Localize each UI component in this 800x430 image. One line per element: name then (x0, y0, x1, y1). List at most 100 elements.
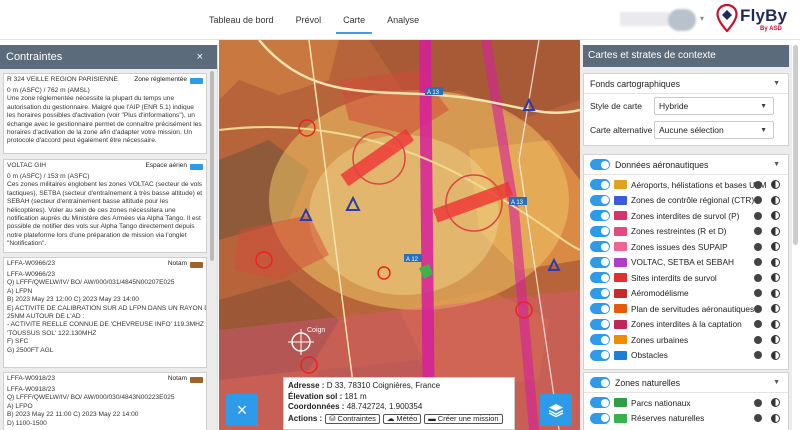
layer-toggle[interactable] (590, 210, 610, 222)
layer-toggle[interactable] (590, 272, 610, 284)
layer-toggle[interactable] (590, 303, 610, 315)
dot-icon[interactable] (754, 196, 762, 204)
layer-row: VOLTAC, SETBA et SEBAH (584, 255, 788, 271)
caret-down-icon[interactable]: ▼ (773, 373, 780, 393)
weather-action-button[interactable]: ☁ Météo (382, 413, 422, 424)
opacity-icon[interactable] (771, 319, 780, 329)
opacity-icon[interactable] (771, 350, 780, 360)
dot-icon[interactable] (754, 180, 762, 189)
opacity-icon[interactable] (771, 288, 780, 298)
close-map-button[interactable]: × (226, 394, 258, 426)
chevron-down-icon[interactable]: ▾ (700, 14, 704, 23)
scrollbar[interactable] (793, 45, 798, 245)
user-name-blurred[interactable] (620, 12, 670, 26)
aero-toggle[interactable] (590, 159, 610, 170)
layer-toggle[interactable] (590, 179, 610, 191)
urban-zone-icon (614, 335, 627, 345)
servitude-icon (614, 304, 627, 314)
nature-header[interactable]: Zones naturelles ▼ (584, 373, 788, 393)
caret-down-icon[interactable]: ▼ (773, 155, 780, 175)
opacity-icon[interactable] (771, 211, 780, 220)
nature-reserve-icon (614, 413, 627, 423)
obstacle-icon (614, 350, 627, 360)
tab-map[interactable]: Carte (332, 0, 376, 40)
layer-toggle[interactable] (590, 397, 610, 409)
opacity-icon[interactable] (771, 226, 780, 236)
dot-icon[interactable] (754, 304, 762, 313)
dot-icon[interactable] (754, 414, 762, 422)
dot-icon[interactable] (754, 351, 762, 359)
opacity-icon[interactable] (771, 398, 780, 407)
map-style-label: Style de carte (590, 101, 642, 111)
layers-button[interactable] (540, 394, 572, 426)
notam-line: F) SFC (7, 338, 29, 346)
actions-label: Actions : (288, 413, 323, 423)
opacity-icon[interactable] (771, 195, 780, 205)
tab-analysis[interactable]: Analyse (376, 0, 430, 40)
layer-row: Obstacles (584, 348, 788, 364)
restricted-zone-icon (614, 226, 627, 236)
map-view[interactable]: A 13 A 13 A 12 Coign (219, 40, 580, 430)
opacity-icon[interactable] (771, 257, 780, 267)
road-label: A 13 (511, 200, 524, 206)
avatar[interactable] (668, 9, 696, 31)
map-style-select[interactable]: Hybride ▼ (654, 97, 774, 115)
layer-toggle[interactable] (590, 287, 610, 299)
dot-icon[interactable] (754, 258, 762, 266)
notam-card[interactable]: LFFA-W0966/23 Notam LFFA-W0966/23 Q) LFF… (3, 257, 207, 368)
constraint-title: R 324 VEILLE REGION PARISIENNE (7, 76, 118, 84)
place-label: Coign (307, 327, 325, 334)
map-canvas[interactable]: A 13 A 13 A 12 Coign (219, 40, 580, 430)
tab-dashboard[interactable]: Tableau de bord (198, 0, 285, 40)
elevation-value: 181 m (344, 391, 367, 401)
layer-toggle[interactable] (590, 241, 610, 253)
constraint-type: Zone réglementée (134, 76, 187, 84)
constraints-action-button[interactable]: ⛁ Contraintes (325, 413, 380, 424)
close-icon[interactable]: × (197, 45, 203, 69)
layer-toggle[interactable] (590, 318, 610, 330)
scrollbar[interactable] (210, 71, 214, 261)
dot-icon[interactable] (754, 227, 762, 235)
layer-row: Parcs nationaux (584, 395, 788, 411)
layer-toggle[interactable] (590, 349, 610, 361)
layer-row: Aéroports, hélistations et bases ULM (584, 177, 788, 193)
basemap-header[interactable]: Fonds cartographiques ▼ (584, 74, 788, 94)
notam-line: E) ACTIVITE DE CALIBRATION SUR AD LFPN D… (7, 304, 207, 312)
brand-name: FlyBy (740, 6, 788, 25)
alt-map-select[interactable]: Aucune sélection ▼ (654, 121, 774, 139)
dot-icon[interactable] (754, 335, 762, 344)
layer-row: Zones issues des SUPAIP (584, 239, 788, 255)
coords-label: Coordonnées : (288, 402, 345, 411)
opacity-icon[interactable] (771, 242, 780, 251)
layer-toggle[interactable] (590, 334, 610, 346)
constraint-type: Espace aérien (145, 162, 187, 170)
layer-toggle[interactable] (590, 256, 610, 268)
layer-toggle[interactable] (590, 412, 610, 424)
constraint-card[interactable]: R 324 VEILLE REGION PARISIENNE Zone régl… (3, 73, 207, 154)
no-fly-site-icon (614, 273, 627, 283)
dot-icon[interactable] (754, 289, 762, 297)
notam-type: Notam (167, 375, 187, 383)
notam-line: A) LFPO (7, 402, 33, 410)
opacity-icon[interactable] (771, 180, 780, 189)
dot-icon[interactable] (754, 320, 762, 328)
nature-toggle[interactable] (590, 377, 610, 388)
layer-toggle[interactable] (590, 194, 610, 206)
create-mission-button[interactable]: ▬ Créer une mission (424, 413, 503, 424)
layer-toggle[interactable] (590, 225, 610, 237)
dot-icon[interactable] (754, 398, 762, 407)
notam-card[interactable]: LFFA-W0918/23 Notam LFFA-W0918/23 Q) LFF… (3, 372, 207, 430)
notam-line: - ACTIVITE REELLE CONNUE DE 'CHEVREUSE I… (7, 321, 207, 329)
constraint-card[interactable]: VOLTAC GIH Espace aérien 0 m (ASFC) / 15… (3, 159, 207, 253)
aero-header[interactable]: Données aéronautiques ▼ (584, 155, 788, 175)
constraint-altitude: 0 m (ASFC) / 153 m (ASFC) (7, 173, 90, 180)
caret-down-icon[interactable]: ▼ (773, 74, 780, 94)
dot-icon[interactable] (754, 242, 762, 251)
opacity-icon[interactable] (771, 304, 780, 313)
tab-preflight[interactable]: Prévol (285, 0, 333, 40)
dot-icon[interactable] (754, 273, 762, 282)
opacity-icon[interactable] (771, 335, 780, 344)
opacity-icon[interactable] (771, 413, 780, 423)
dot-icon[interactable] (754, 211, 762, 220)
opacity-icon[interactable] (771, 273, 780, 282)
